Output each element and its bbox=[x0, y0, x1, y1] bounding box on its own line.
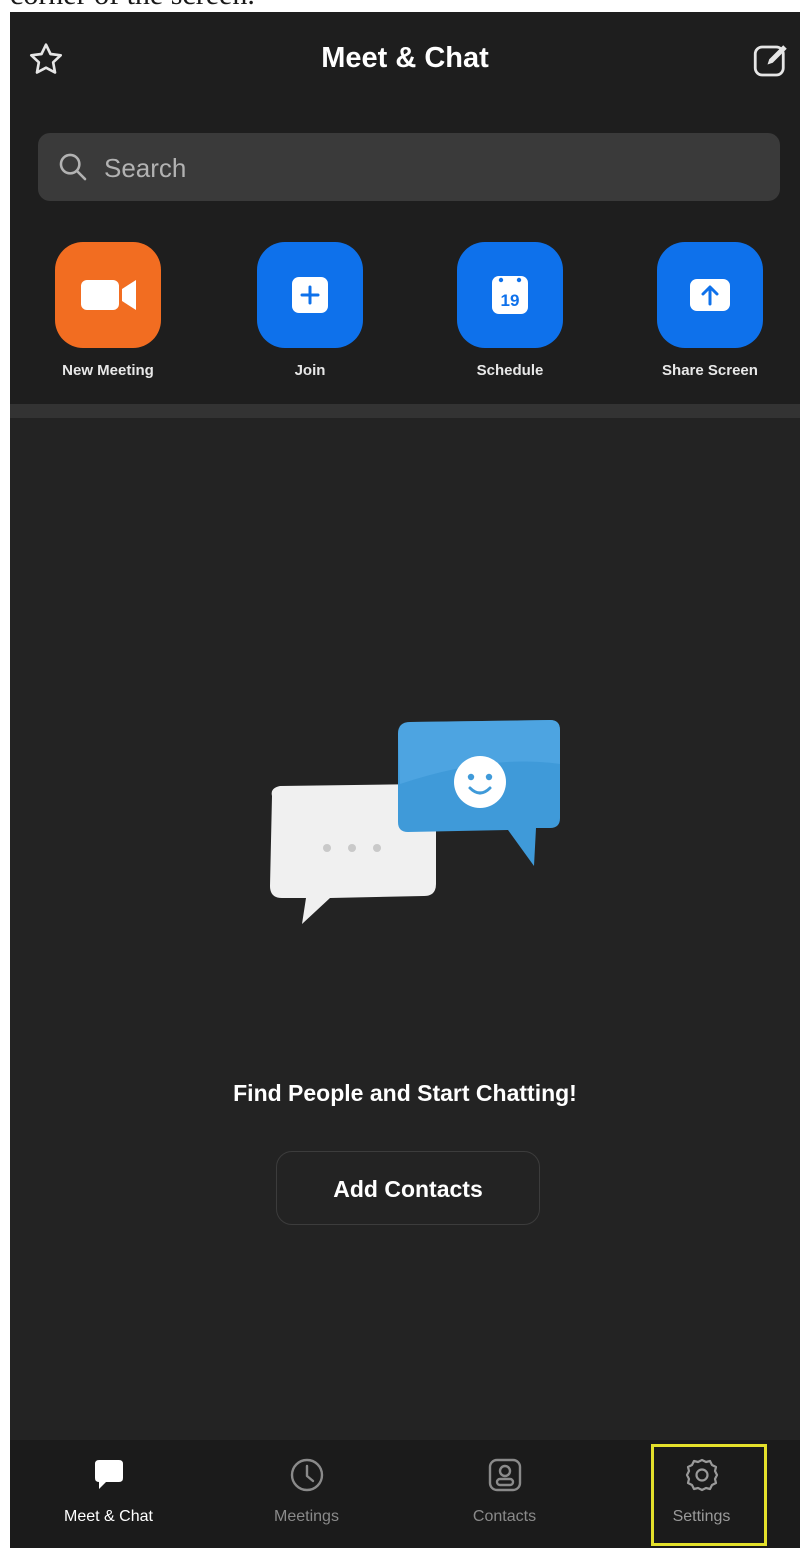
schedule-button[interactable]: 19 Schedule bbox=[430, 242, 590, 379]
video-camera-icon bbox=[81, 280, 136, 310]
nav-label-meet-chat: Meet & Chat bbox=[64, 1508, 153, 1525]
search-icon bbox=[59, 153, 87, 181]
plus-icon bbox=[292, 277, 328, 313]
nav-item-meetings[interactable]: Meetings bbox=[208, 1440, 405, 1548]
search-input[interactable]: Search bbox=[38, 133, 780, 201]
top-panel: Search New Meeting Join 19 Schedule Shar… bbox=[10, 104, 800, 404]
tutorial-caption: corner of the screen. bbox=[10, 0, 255, 12]
zoom-app-screen: Meet & Chat Search New Meeting Join 19 S… bbox=[10, 12, 800, 1548]
add-contacts-button[interactable]: Add Contacts bbox=[276, 1151, 540, 1225]
calendar-day: 19 bbox=[501, 291, 520, 310]
schedule-tile[interactable]: 19 bbox=[457, 242, 563, 348]
share-screen-tile[interactable] bbox=[657, 242, 763, 348]
clock-icon bbox=[290, 1458, 324, 1492]
new-meeting-button[interactable]: New Meeting bbox=[28, 242, 188, 379]
share-screen-label: Share Screen bbox=[662, 362, 758, 379]
settings-highlight-box bbox=[651, 1444, 767, 1546]
contact-card-icon bbox=[488, 1458, 522, 1492]
join-label: Join bbox=[294, 362, 326, 379]
new-meeting-tile[interactable] bbox=[55, 242, 161, 348]
nav-item-meet-chat[interactable]: Meet & Chat bbox=[10, 1440, 207, 1548]
new-meeting-label: New Meeting bbox=[62, 362, 154, 379]
calendar-icon: 19 bbox=[492, 276, 528, 314]
schedule-label: Schedule bbox=[476, 362, 544, 379]
chat-bubbles-illustration bbox=[270, 720, 560, 924]
nav-label-contacts: Contacts bbox=[472, 1508, 537, 1525]
share-up-arrow-icon bbox=[690, 279, 730, 311]
join-button[interactable]: Join bbox=[230, 242, 390, 379]
share-screen-button[interactable]: Share Screen bbox=[630, 242, 790, 379]
page-title: Meet & Chat bbox=[321, 42, 489, 74]
search-placeholder: Search bbox=[104, 153, 187, 183]
empty-state-message: Find People and Start Chatting! bbox=[233, 1080, 577, 1106]
nav-label-meetings: Meetings bbox=[274, 1508, 339, 1525]
join-tile[interactable] bbox=[257, 242, 363, 348]
compose-icon[interactable] bbox=[750, 40, 792, 82]
chat-bubble-icon bbox=[95, 1460, 123, 1489]
header-bar: Meet & Chat bbox=[10, 12, 800, 104]
section-divider bbox=[10, 404, 800, 418]
nav-item-contacts[interactable]: Contacts bbox=[406, 1440, 603, 1548]
